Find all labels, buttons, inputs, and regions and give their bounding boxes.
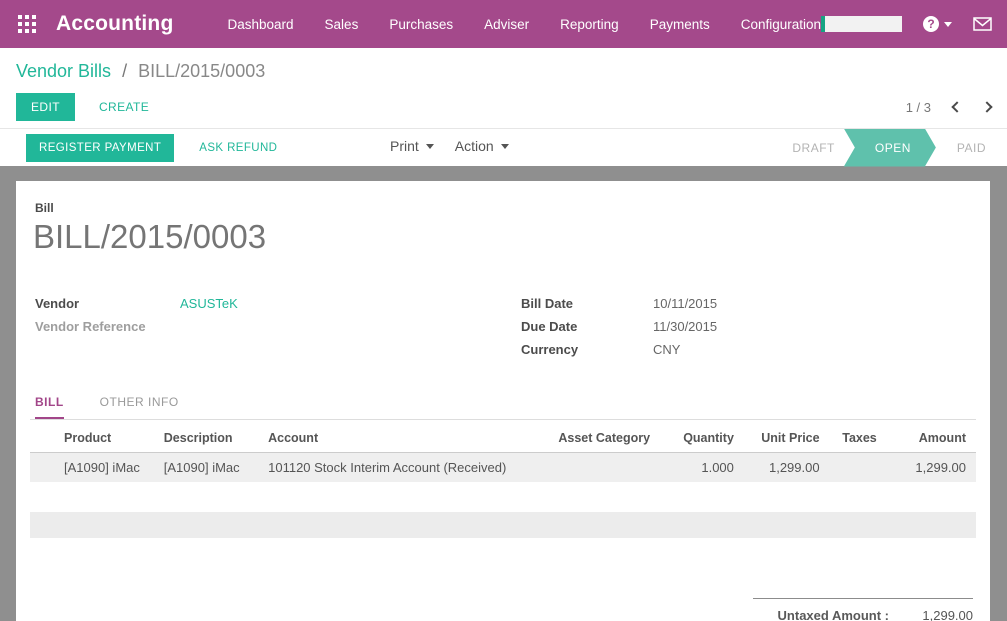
col-header-account: Account [258,425,548,453]
cell-taxes [830,453,887,483]
tab-other-info[interactable]: OTHER INFO [100,395,179,419]
menu-item-dashboard[interactable]: Dashboard [228,17,294,32]
status-draft[interactable]: DRAFT [771,129,856,167]
col-header-quantity: Quantity [660,425,744,453]
table-row[interactable]: [A1090] iMac [A1090] iMac 101120 Stock I… [30,453,976,483]
field-currency: Currency CNY [516,338,976,361]
status-open[interactable]: OPEN [844,129,936,167]
untaxed-amount-label: Untaxed Amount : [753,608,889,621]
create-button[interactable]: CREATE [99,93,149,121]
col-header-unit-price: Unit Price [744,425,830,453]
notebook-tabs: BILL OTHER INFO [30,395,976,420]
currency-label: Currency [516,342,653,357]
field-vendor: Vendor ASUSTeK [30,292,503,315]
menu-item-configuration[interactable]: Configuration [741,17,821,32]
table-header-row: Product Description Account Asset Catego… [30,425,976,453]
field-vendor-reference: Vendor Reference [30,315,503,338]
menu-item-sales[interactable]: Sales [325,17,359,32]
pager-value: 1 / 3 [906,100,931,115]
envelope-icon[interactable] [973,17,992,31]
menu-item-reporting[interactable]: Reporting [560,17,619,32]
field-bill-date: Bill Date 10/11/2015 [516,292,976,315]
breadcrumb-current: BILL/2015/0003 [138,61,265,81]
register-payment-button[interactable]: REGISTER PAYMENT [26,134,174,162]
menu-item-payments[interactable]: Payments [650,17,710,32]
cell-unit-price: 1,299.00 [744,453,830,483]
edit-button[interactable]: EDIT [16,93,75,121]
page-title: BILL/2015/0003 [30,218,976,256]
col-header-product: Product [30,425,154,453]
tab-bill[interactable]: BILL [35,395,64,419]
total-untaxed-row: Untaxed Amount : 1,299.00 [753,605,973,621]
col-header-taxes: Taxes [830,425,887,453]
untaxed-amount-value: 1,299.00 [889,608,973,621]
chevron-right-icon[interactable] [981,101,992,112]
breadcrumb-separator: / [122,61,127,81]
print-dropdown-label: Print [390,138,419,154]
cell-description: [A1090] iMac [154,453,258,483]
cell-product: [A1090] iMac [30,453,154,483]
bill-date-label: Bill Date [516,296,653,311]
chevron-left-icon[interactable] [951,101,962,112]
menu-item-purchases[interactable]: Purchases [389,17,453,32]
bill-sheet: Bill BILL/2015/0003 Vendor ASUSTeK Vendo… [16,181,990,621]
doc-type-label: Bill [30,201,976,215]
col-header-amount: Amount [887,425,976,453]
action-dropdown-label: Action [455,138,494,154]
totals-block: Untaxed Amount : 1,299.00 Taxes : 0.00 [753,598,973,621]
due-date-label: Due Date [516,319,653,334]
print-dropdown[interactable]: Print [390,138,434,154]
user-menu[interactable] [821,16,902,32]
list-footer-strip [30,512,976,538]
vendor-label: Vendor [30,296,180,311]
cell-account: 101120 Stock Interim Account (Received) [258,453,548,483]
pager: 1 / 3 [906,100,991,115]
cell-asset-category [548,453,660,483]
caret-down-icon [944,22,952,27]
help-icon: ? [923,16,939,32]
action-dropdown[interactable]: Action [455,138,509,154]
breadcrumb: Vendor Bills / BILL/2015/0003 [16,61,991,82]
ask-refund-button[interactable]: ASK REFUND [199,142,277,154]
bill-date-value: 10/11/2015 [653,296,717,311]
status-widget: DRAFT OPEN PAID [771,129,1007,167]
control-panel: Vendor Bills / BILL/2015/0003 EDIT CREAT… [0,48,1007,128]
status-paid[interactable]: PAID [936,129,1007,167]
breadcrumb-vendor-bills[interactable]: Vendor Bills [16,61,111,81]
cell-amount: 1,299.00 [887,453,976,483]
due-date-value: 11/30/2015 [653,319,717,334]
vendor-value-link[interactable]: ASUSTeK [180,296,238,311]
field-due-date: Due Date 11/30/2015 [516,315,976,338]
main-menu: Dashboard Sales Purchases Adviser Report… [228,17,822,32]
app-title: Accounting [56,12,174,36]
col-header-description: Description [154,425,258,453]
vendor-reference-label: Vendor Reference [30,319,180,334]
caret-down-icon [501,144,509,149]
apps-grid-icon[interactable] [18,15,36,33]
col-header-asset-category: Asset Category [548,425,660,453]
currency-value: CNY [653,342,680,357]
form-canvas: Bill BILL/2015/0003 Vendor ASUSTeK Vendo… [0,166,1007,621]
top-navbar: Accounting Dashboard Sales Purchases Adv… [0,0,1007,48]
help-menu[interactable]: ? [923,16,952,32]
field-groups: Vendor ASUSTeK Vendor Reference Bill Dat… [30,292,976,361]
menu-item-adviser[interactable]: Adviser [484,17,529,32]
invoice-lines-table: Product Description Account Asset Catego… [30,425,976,482]
systray: ? 21 [821,16,1007,32]
cell-quantity: 1.000 [660,453,744,483]
caret-down-icon [426,144,434,149]
